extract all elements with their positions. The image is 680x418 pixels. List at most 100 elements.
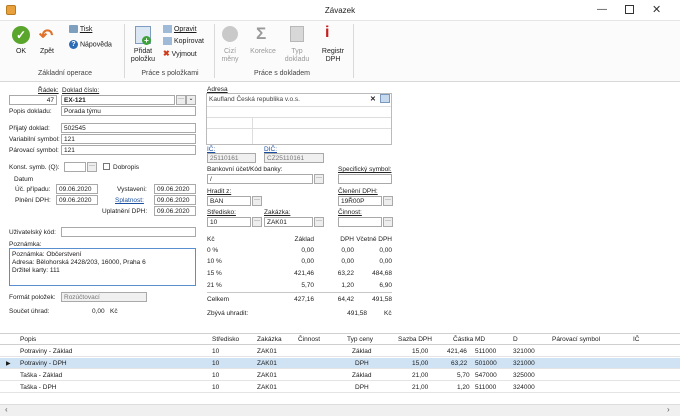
vat-amount: 0,00 [341,247,354,254]
note-textarea[interactable]: Poznámka: Občerstvení Adresa: Bělohorská… [9,248,196,286]
received-doc-field[interactable]: 502545 [61,123,196,133]
col-header[interactable]: Zakázka [257,336,282,343]
dobropis-checkbox[interactable] [103,163,110,170]
table-row[interactable]: Potraviny - Základ 10 ZAK01 Základ 15,00… [0,346,680,357]
dic-label[interactable]: DIČ: [264,146,277,153]
activity-label: Činnost: [338,209,362,216]
col-header[interactable]: Středisko [212,336,239,343]
vat-registry-label: Registr DPH [321,48,345,63]
doc-type-button[interactable]: Typ dokladu [283,24,311,68]
vat-registry-button[interactable]: i Registr DPH [318,24,348,68]
order-field[interactable]: ZAK01 [264,217,313,227]
vat-base: 0,00 [301,247,314,254]
ribbon-separator-3 [353,24,354,78]
edit-button[interactable]: Opravit [163,25,213,35]
address-value[interactable]: Kaufland Česká republika v.o.s. [209,96,300,103]
ic-field[interactable]: 25110161 [207,153,256,163]
cell-vat-rate: 15,00 [412,360,429,367]
scroll-left-icon[interactable]: ‹ [5,405,8,414]
vat-class-more-button[interactable]: ··· [383,196,393,206]
scroll-right-icon[interactable]: › [667,405,670,414]
col-header[interactable]: Sazba DPH [398,336,432,343]
col-header[interactable]: Činnost [298,336,320,343]
vat-amount: 1,20 [341,282,354,289]
col-header[interactable]: MD [475,336,485,343]
const-symbol-more-button[interactable]: ··· [87,162,97,172]
remaining-currency: Kč [384,310,392,317]
item-format-select[interactable]: Rozúčtovací [61,292,147,302]
copy-button[interactable]: Kopírovat [163,37,213,47]
remaining-value: 491,58 [347,310,367,317]
pair-symbol-field[interactable]: 121 [61,145,196,155]
order-more-button[interactable]: ··· [314,217,324,227]
activity-field[interactable] [338,217,382,227]
back-button[interactable]: ↶ Zpět [35,24,59,62]
cell-desc: Potraviny - Základ [20,348,73,355]
correction-button[interactable]: Σ Korekce [247,24,279,68]
add-item-icon: + [135,26,151,45]
address-book-icon[interactable] [380,94,390,103]
due-label[interactable]: Splatnost: [115,197,144,204]
vat-base: 0,00 [301,258,314,265]
remove-button[interactable]: ✖ Vyjmout [163,49,213,59]
table-row-selected[interactable]: ▶ Potraviny - DPH 10 ZAK01 DPH 15,00 63,… [0,358,680,369]
paid-by-field[interactable]: BAN [207,196,251,206]
bank-account-more-button[interactable]: ··· [314,174,324,184]
table-row[interactable]: Taška - DPH 10 ZAK01 DPH 21,00 1,20 5110… [0,382,680,393]
center-label: Středisko: [207,209,236,216]
note-line: Adresa: Bělohorská 2428/203, 16000, Prah… [12,259,146,266]
cell-amount: 421,46 [447,348,467,355]
help-button[interactable]: ? Nápověda [69,40,119,51]
specific-symbol-field[interactable] [338,174,392,184]
maximize-icon[interactable] [625,5,634,14]
col-header[interactable]: Párovací symbol [552,336,600,343]
vat-class-field[interactable]: 19Ř00P [338,196,382,206]
add-item-button[interactable]: + Přidat položku [128,24,158,68]
ok-button[interactable]: ✓ OK [9,24,33,62]
vat-fulfil-field[interactable]: 09.06.2020 [56,195,98,205]
dic-field[interactable]: CZ25110161 [264,153,324,163]
doc-number-field[interactable]: EX-121 [61,95,175,105]
const-symbol-field[interactable] [64,162,86,172]
edit-icon [163,25,172,33]
foreign-currency-button[interactable]: Cizí měny [217,24,243,68]
col-header[interactable]: D [513,336,518,343]
due-field[interactable]: 09.06.2020 [154,195,196,205]
activity-more-button[interactable]: ··· [383,217,393,227]
issued-label: Vystaveni: [117,186,147,193]
cell-center: 10 [212,384,220,391]
row-field[interactable]: 47 [9,95,57,105]
bank-account-field[interactable]: / [207,174,313,184]
col-header[interactable]: Typ ceny [347,336,373,343]
center-field[interactable]: 10 [207,217,251,227]
vat-total: 6,90 [379,282,392,289]
acc-case-field[interactable]: 09.06.2020 [56,184,98,194]
minimize-icon[interactable]: — [597,4,607,15]
vat-header-base: Základ [294,236,314,243]
col-header[interactable]: Částka [453,336,473,343]
col-header[interactable]: IČ [633,336,640,343]
center-more-button[interactable]: ··· [252,217,262,227]
table-row[interactable]: Taška - Základ 10 ZAK01 Základ 21,00 5,7… [0,370,680,381]
user-code-field[interactable] [61,227,196,237]
var-symbol-field[interactable]: 121 [61,134,196,144]
chevron-down-icon[interactable]: ⌄ [186,95,196,105]
doc-number-more-button[interactable]: ··· [176,95,186,105]
cell-price-type: DPH [355,384,369,391]
ok-label: OK [15,48,27,55]
cell-amount: 1,20 [457,384,470,391]
description-field[interactable]: Porada týmu [61,106,196,116]
print-label: Tisk [79,25,93,33]
ic-label[interactable]: IČ: [207,146,215,153]
vat-total: 484,68 [372,270,392,277]
clear-icon[interactable]: ✕ [370,95,376,103]
print-button[interactable]: Tisk [69,25,109,35]
close-icon[interactable]: ✕ [652,3,661,16]
col-header[interactable]: Popis [20,336,36,343]
vat-apply-field[interactable]: 09.06.2020 [154,206,196,216]
paid-by-more-button[interactable]: ··· [252,196,262,206]
cell-order: ZAK01 [257,372,277,379]
horizontal-scrollbar[interactable] [0,404,680,416]
issued-field[interactable]: 09.06.2020 [154,184,196,194]
const-symbol-label: Konst. symb. (Q): [9,164,60,171]
